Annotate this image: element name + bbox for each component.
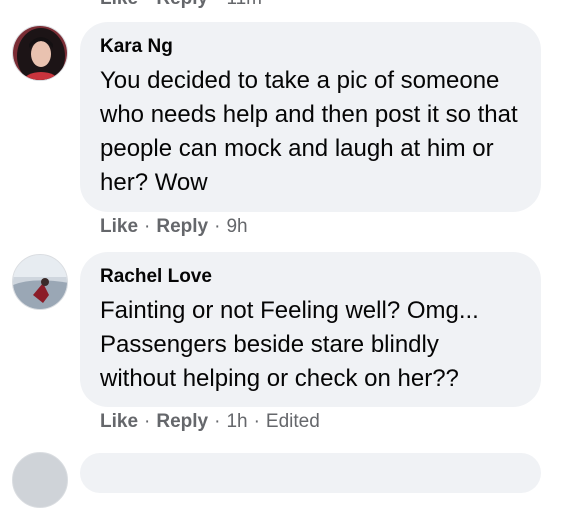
comment-bubble[interactable] [80, 453, 541, 493]
reply-link[interactable]: Reply [156, 411, 208, 433]
comment-bubble[interactable]: Rachel Love Fainting or not Feeling well… [80, 252, 541, 407]
like-link[interactable]: Like [100, 411, 138, 433]
separator-dot: · [253, 411, 260, 432]
reply-link[interactable]: Reply [156, 216, 208, 238]
comment-text: Fainting or not Feeling well? Omg... Pas… [100, 297, 479, 392]
separator-dot: · [144, 0, 150, 10]
like-link[interactable]: Like [100, 216, 138, 238]
avatar[interactable] [12, 452, 68, 508]
comment-actions: Like · Reply · 9h [100, 216, 248, 238]
profile-photo-kara [13, 26, 67, 80]
comment-author[interactable]: Kara Ng [100, 34, 521, 60]
previous-comment-actions: Like · Reply · 11m [100, 0, 262, 10]
separator-dot: · [144, 411, 151, 432]
comment-timestamp[interactable]: 9h [226, 216, 247, 238]
comment-timestamp[interactable]: 11m [226, 0, 262, 10]
comment-text: You decided to take a pic of someone who… [100, 67, 518, 196]
like-link[interactable]: Like [100, 0, 138, 10]
comment-bubble[interactable]: Kara Ng You decided to take a pic of som… [80, 22, 541, 212]
separator-dot: · [214, 216, 221, 237]
separator-dot: · [214, 0, 220, 10]
comment-timestamp[interactable]: 1h [226, 411, 247, 433]
comment-actions: Like · Reply · 1h · Edited [100, 411, 320, 433]
comment-author[interactable]: Rachel Love [100, 264, 521, 290]
profile-photo-rachel [13, 255, 67, 309]
avatar[interactable] [12, 25, 68, 81]
avatar[interactable] [12, 254, 68, 310]
separator-dot: · [214, 411, 221, 432]
edited-label: Edited [265, 411, 320, 432]
separator-dot: · [144, 216, 151, 237]
reply-link[interactable]: Reply [156, 0, 208, 10]
